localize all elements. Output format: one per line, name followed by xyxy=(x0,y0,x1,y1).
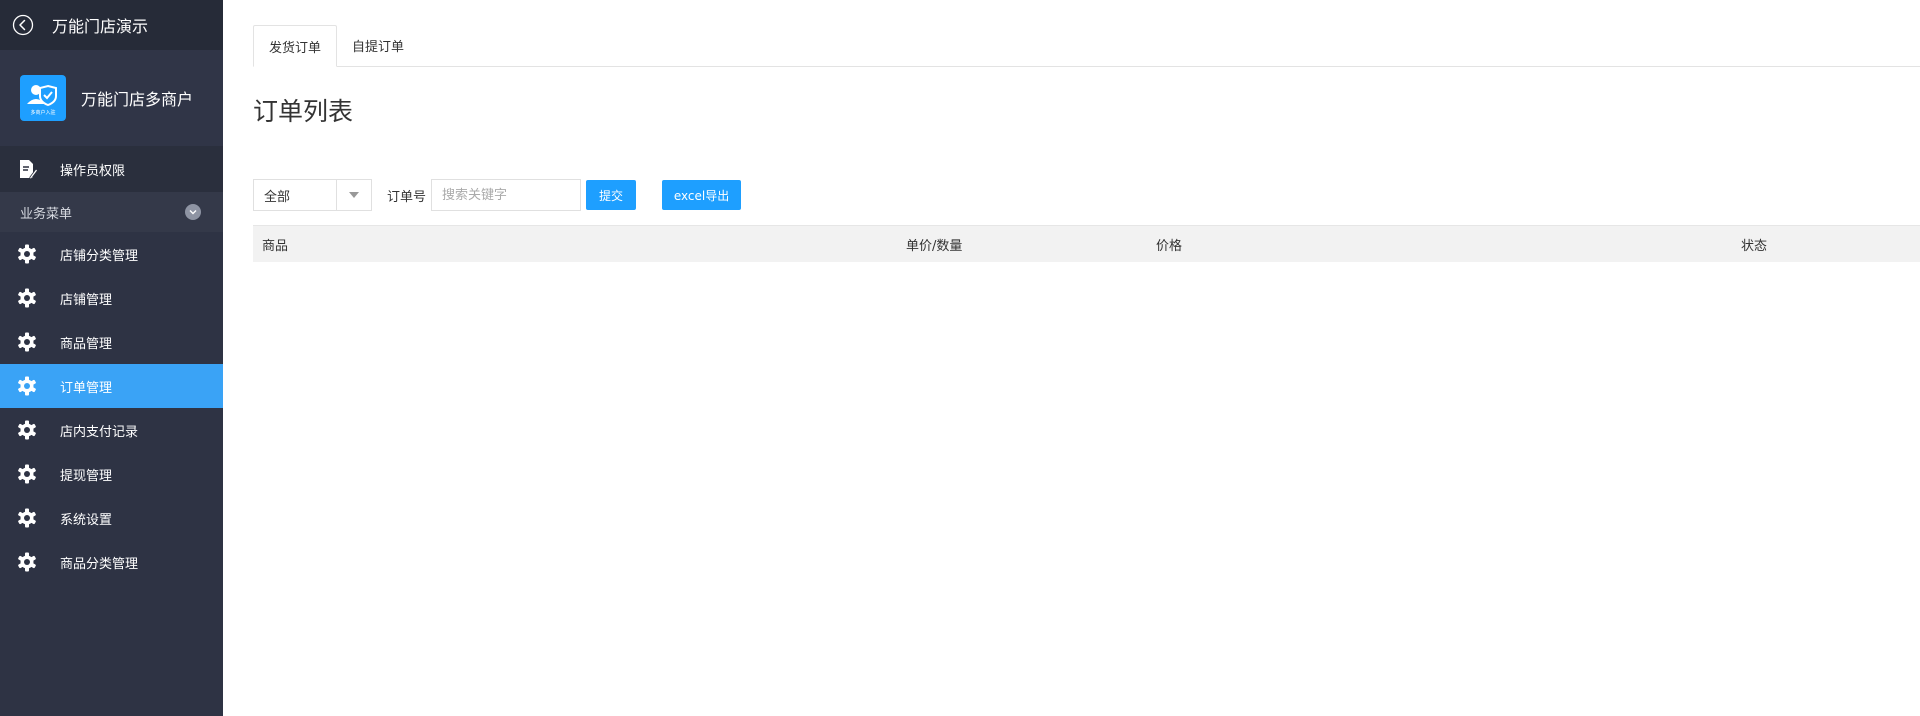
sidebar-item-label: 店内支付记录 xyxy=(60,424,139,440)
sidebar-item-withdrawal-management[interactable]: 提现管理 xyxy=(0,452,223,496)
sidebar-item-store-category[interactable]: 店铺分类管理 xyxy=(0,232,223,276)
tab-pickup-orders[interactable]: 自提订单 xyxy=(337,24,419,66)
filter-bar: 全部 订单号 提交 excel导出 xyxy=(253,178,742,212)
excel-export-button[interactable]: excel导出 xyxy=(662,180,742,210)
sidebar-item-label: 订单管理 xyxy=(60,380,113,396)
sidebar-item-store-management[interactable]: 店铺管理 xyxy=(0,276,223,320)
sidebar-item-operator-permissions[interactable]: 操作员权限 xyxy=(0,146,223,192)
sidebar: 万能门店演示 多商户入驻 万能门店多商户 操作员权限 业务菜单 店铺分类管理 店… xyxy=(0,0,223,716)
sidebar-item-system-settings[interactable]: 系统设置 xyxy=(0,496,223,540)
sidebar-item-label: 商品分类管理 xyxy=(60,556,139,572)
main-content: 发货订单 自提订单 订单列表 全部 订单号 提交 excel导出 商品 单价/数… xyxy=(223,0,1920,716)
gear-icon xyxy=(16,243,38,265)
sidebar-item-product-management[interactable]: 商品管理 xyxy=(0,320,223,364)
status-select[interactable]: 全部 xyxy=(253,179,372,211)
order-table-header: 商品 单价/数量 价格 状态 xyxy=(253,225,1920,262)
tab-shipping-orders[interactable]: 发货订单 xyxy=(253,25,338,67)
app-header: 万能门店演示 xyxy=(0,0,223,50)
column-header-product: 商品 xyxy=(262,238,289,254)
merchant-logo: 多商户入驻 xyxy=(20,75,66,121)
order-no-label: 订单号 xyxy=(387,189,427,205)
gear-icon xyxy=(16,463,38,485)
chevron-down-icon[interactable] xyxy=(185,204,201,220)
gear-icon xyxy=(16,375,38,397)
column-header-unit-price-quantity: 单价/数量 xyxy=(906,238,963,254)
gear-icon xyxy=(16,331,38,353)
column-header-status: 状态 xyxy=(1741,238,1768,254)
menu-group-business[interactable]: 业务菜单 xyxy=(0,192,223,232)
caret-down-icon[interactable] xyxy=(336,180,371,210)
column-header-price: 价格 xyxy=(1156,238,1183,254)
submit-button[interactable]: 提交 xyxy=(586,180,637,210)
gear-icon xyxy=(16,287,38,309)
sidebar-item-label: 操作员权限 xyxy=(60,163,126,179)
sidebar-item-label: 系统设置 xyxy=(60,512,113,528)
gear-icon xyxy=(16,551,38,573)
sidebar-item-label: 店铺管理 xyxy=(60,292,113,308)
sidebar-item-order-management[interactable]: 订单管理 xyxy=(0,364,223,408)
sidebar-item-product-category[interactable]: 商品分类管理 xyxy=(0,540,223,584)
gear-icon xyxy=(16,507,38,529)
merchant-block: 多商户入驻 万能门店多商户 xyxy=(0,50,223,146)
app-title: 万能门店演示 xyxy=(52,17,149,36)
page-title: 订单列表 xyxy=(253,97,354,126)
menu-group-label: 业务菜单 xyxy=(20,206,73,222)
merchant-name: 万能门店多商户 xyxy=(81,90,194,109)
document-edit-icon xyxy=(16,158,39,180)
back-arrow-icon[interactable] xyxy=(12,14,34,36)
sidebar-item-label: 提现管理 xyxy=(60,468,113,484)
gear-icon xyxy=(16,419,38,441)
svg-text:多商户入驻: 多商户入驻 xyxy=(30,109,55,116)
status-select-value: 全部 xyxy=(264,189,291,205)
sidebar-item-label: 店铺分类管理 xyxy=(60,248,139,264)
search-input[interactable] xyxy=(431,179,582,211)
order-type-tabs: 发货订单 自提订单 xyxy=(253,24,1920,67)
sidebar-item-label: 商品管理 xyxy=(60,336,113,352)
sidebar-item-in-store-payments[interactable]: 店内支付记录 xyxy=(0,408,223,452)
